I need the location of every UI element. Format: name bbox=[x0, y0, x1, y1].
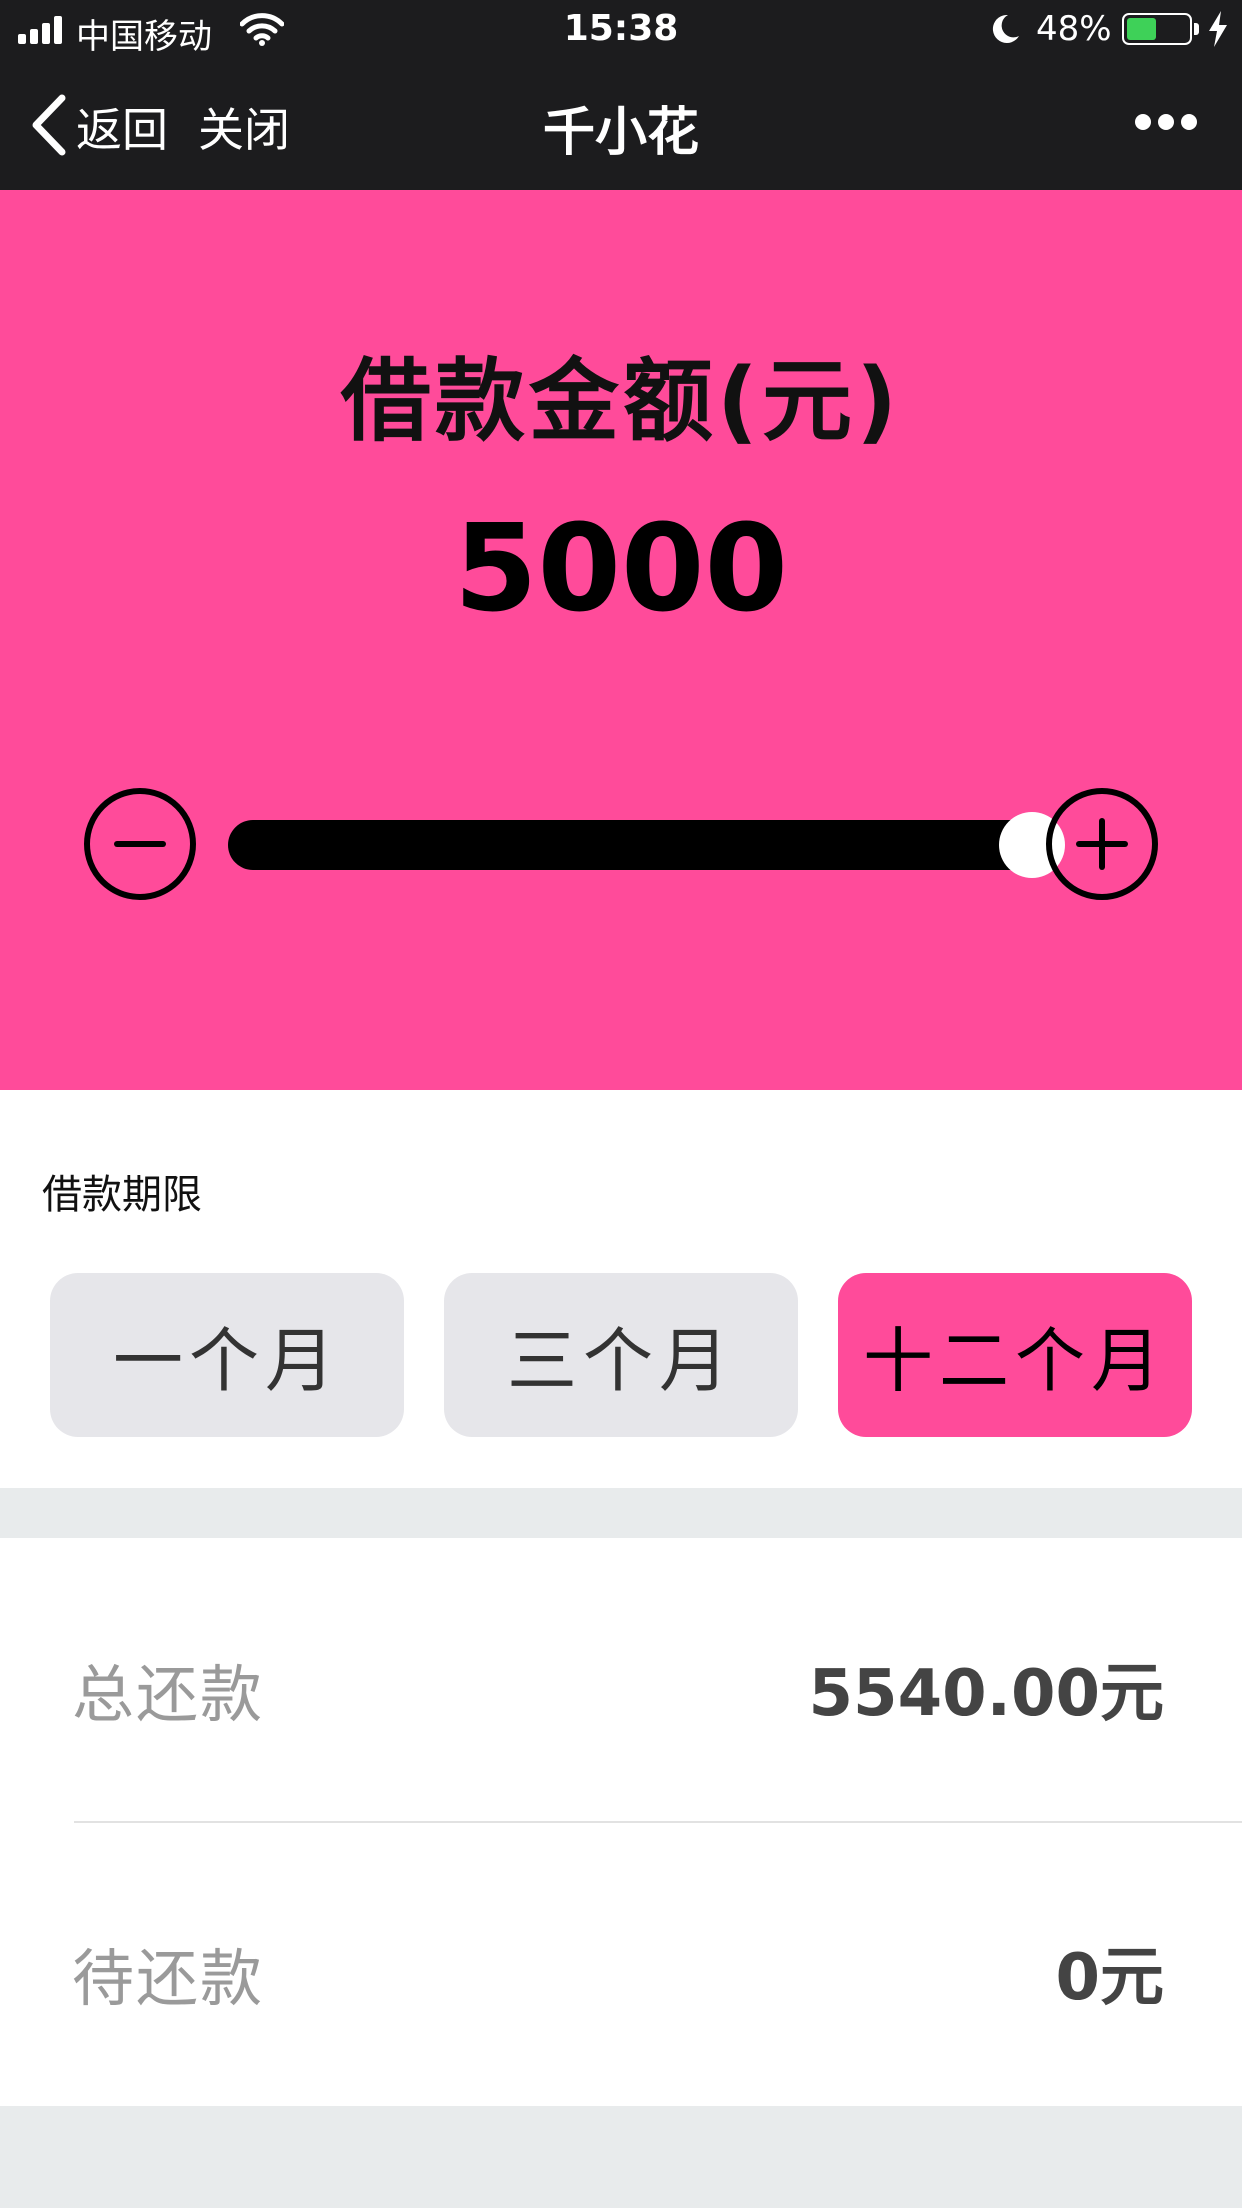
battery-percent: 48% bbox=[1036, 9, 1112, 49]
amount-slider-track[interactable] bbox=[228, 820, 1048, 870]
minus-circle-icon[interactable] bbox=[84, 788, 196, 900]
nav-bar: 返回 关闭 千小花 bbox=[0, 60, 1242, 190]
term-option-twelve-months[interactable]: 十二个月 bbox=[838, 1273, 1192, 1437]
plus-circle-icon[interactable] bbox=[1046, 788, 1158, 900]
term-option-three-months[interactable]: 三个月 bbox=[444, 1273, 798, 1437]
status-bar: 中国移动 15:38 48% bbox=[0, 0, 1242, 60]
battery-icon bbox=[1122, 13, 1192, 45]
page-title: 千小花 bbox=[542, 103, 699, 163]
term-option-one-month[interactable]: 一个月 bbox=[50, 1273, 404, 1437]
loan-term-label: 借款期限 bbox=[42, 1172, 202, 1218]
term-option-label: 十二个月 bbox=[863, 1319, 1167, 1402]
battery-tip bbox=[1194, 23, 1199, 35]
repayment-summary: 总还款 5540.00元 待还款 0元 bbox=[0, 1538, 1242, 2106]
summary-row-total: 总还款 5540.00元 bbox=[0, 1538, 1242, 1823]
term-option-label: 一个月 bbox=[113, 1319, 341, 1402]
total-repayment-label: 总还款 bbox=[72, 1658, 265, 1731]
total-repayment-value: 5540.00元 bbox=[808, 1657, 1165, 1731]
pending-repayment-value: 0元 bbox=[1055, 1941, 1164, 2015]
loan-amount-title: 借款金额(元) bbox=[340, 349, 902, 454]
more-dots-icon[interactable] bbox=[1134, 112, 1198, 132]
moon-icon bbox=[992, 14, 1019, 43]
battery-level-fill bbox=[1127, 18, 1156, 40]
summary-row-pending: 待还款 0元 bbox=[0, 1822, 1242, 2106]
pending-repayment-label: 待还款 bbox=[72, 1942, 265, 2015]
loan-amount-value: 5000 bbox=[454, 500, 788, 639]
loan-amount-panel: 借款金额(元) 5000 bbox=[0, 190, 1242, 1090]
term-option-label: 三个月 bbox=[507, 1319, 735, 1402]
charging-bolt-icon bbox=[1209, 11, 1227, 47]
loan-term-section: 借款期限 一个月 三个月 十二个月 bbox=[0, 1090, 1242, 1488]
